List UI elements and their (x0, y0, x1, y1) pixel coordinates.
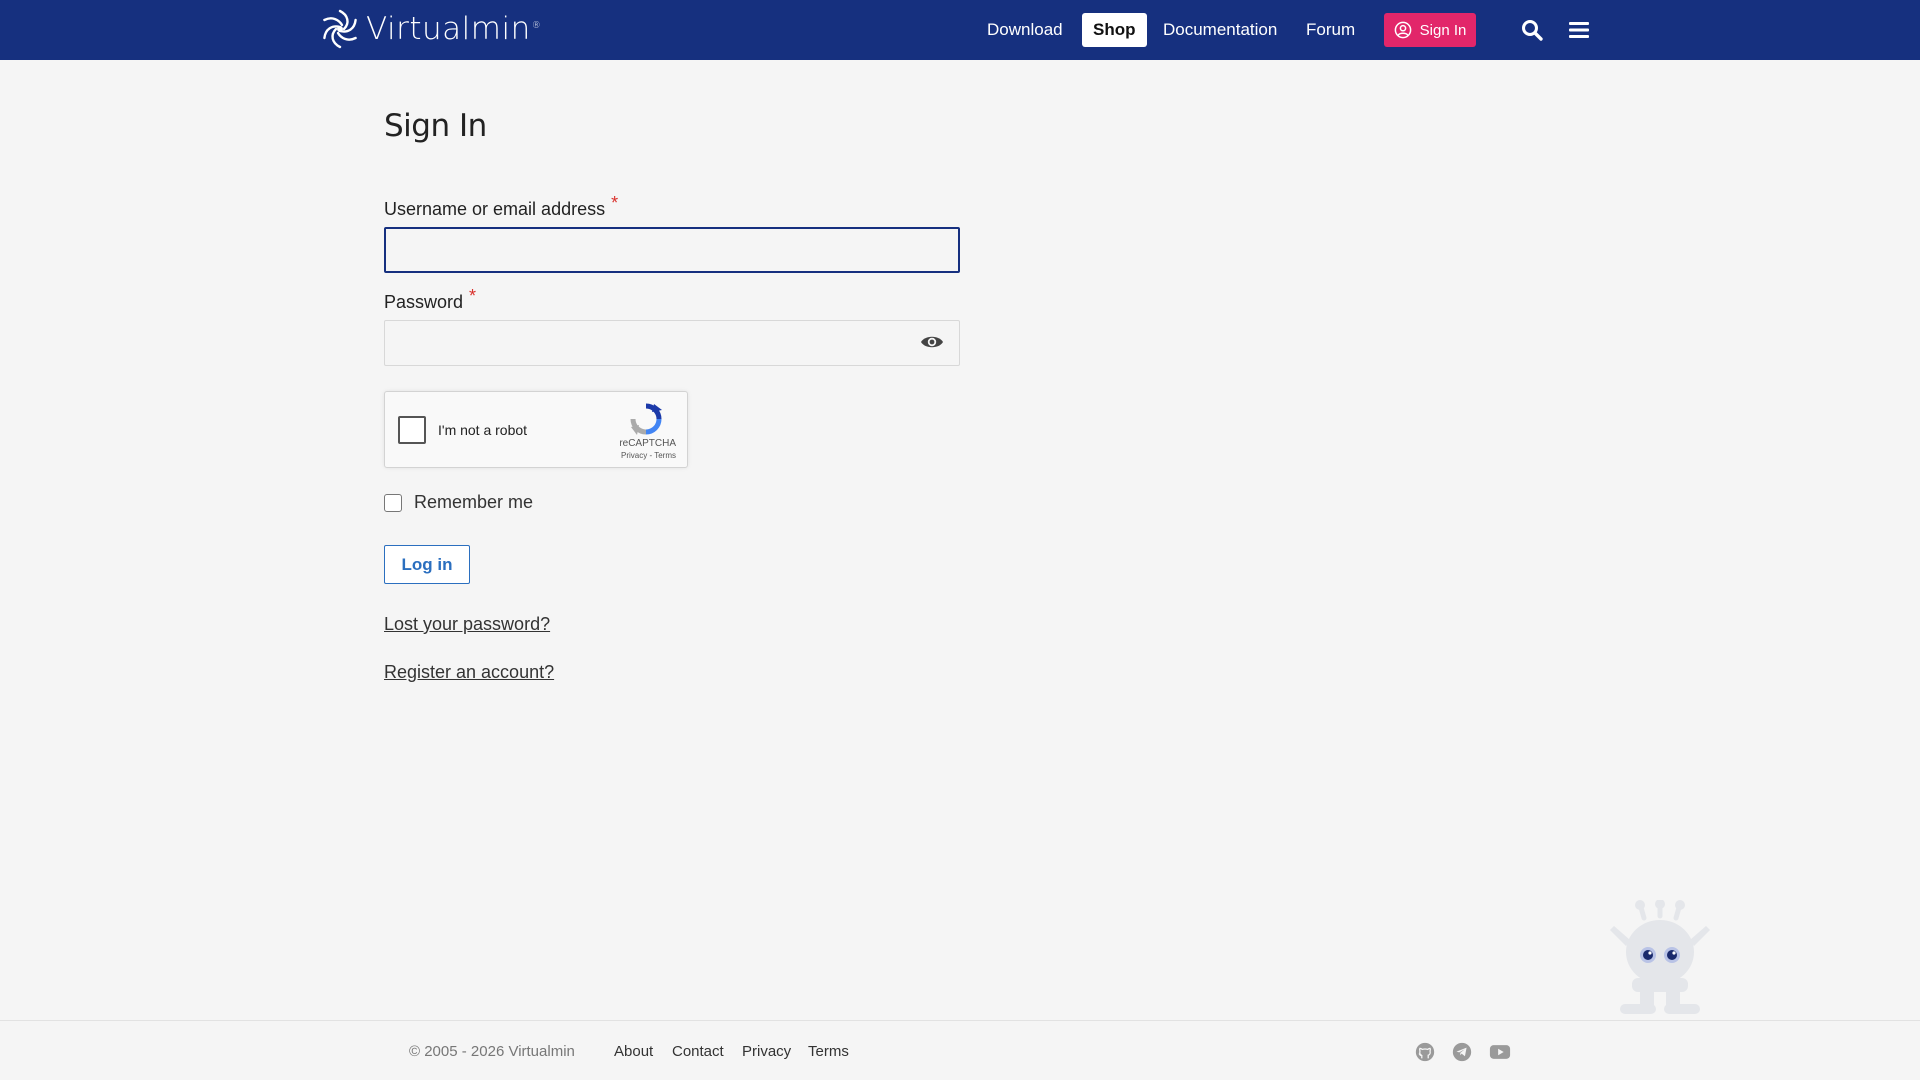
show-password-eye-icon[interactable] (920, 334, 944, 350)
footer: © 2005 - 2026 Virtualmin About Contact P… (0, 1020, 1920, 1080)
password-input[interactable] (384, 320, 960, 366)
telegram-icon[interactable] (1451, 1041, 1473, 1063)
search-icon[interactable] (1520, 18, 1544, 42)
password-label-text: Password (384, 292, 464, 312)
sign-in-button[interactable]: Sign In (1384, 13, 1476, 47)
lost-password-link[interactable]: Lost your password? (384, 614, 550, 635)
recaptcha-label: I'm not a robot (438, 422, 528, 438)
required-mark: * (469, 286, 477, 306)
sign-in-label: Sign In (1419, 21, 1467, 39)
password-label: Password * (384, 286, 476, 313)
nav-documentation[interactable]: Documentation (1163, 13, 1277, 47)
remember-me-checkbox[interactable] (384, 493, 402, 512)
recaptcha-widget: I'm not a robot reCAPTCHA Privacy - Term… (384, 391, 688, 468)
page-title: Sign In (384, 108, 487, 144)
log-in-button[interactable]: Log in (384, 545, 470, 584)
mascot-robot-illustration (1610, 900, 1710, 1014)
recaptcha-links[interactable]: Privacy - Terms (385, 451, 689, 460)
username-label-text: Username or email address (384, 199, 606, 219)
required-mark: * (611, 193, 619, 213)
hamburger-menu-icon[interactable] (1567, 18, 1591, 42)
recaptcha-brand: reCAPTCHA (619, 438, 676, 449)
remember-me-label: Remember me (414, 492, 534, 512)
nav-shop[interactable]: Shop (1082, 13, 1147, 47)
footer-link-contact[interactable]: Contact (672, 1043, 724, 1060)
youtube-icon[interactable] (1488, 1041, 1512, 1063)
main-nav: Download Shop Documentation Forum Sign I… (0, 13, 1920, 47)
footer-link-terms[interactable]: Terms (808, 1043, 849, 1060)
footer-link-about[interactable]: About (614, 1043, 653, 1060)
copyright-text: © 2005 - 2026 Virtualmin (409, 1043, 575, 1060)
username-input[interactable] (384, 227, 960, 273)
footer-link-privacy[interactable]: Privacy (742, 1043, 791, 1060)
github-icon[interactable] (1414, 1041, 1436, 1063)
top-navigation-bar: Virtualmin® Download Shop Documentation … (0, 0, 1920, 60)
username-label: Username or email address * (384, 193, 618, 220)
user-circle-icon (1394, 21, 1411, 39)
remember-me-option[interactable]: Remember me (384, 492, 533, 513)
nav-download[interactable]: Download (987, 13, 1063, 47)
recaptcha-logo-icon (630, 403, 662, 435)
register-account-link[interactable]: Register an account? (384, 662, 554, 683)
nav-forum[interactable]: Forum (1306, 13, 1355, 47)
